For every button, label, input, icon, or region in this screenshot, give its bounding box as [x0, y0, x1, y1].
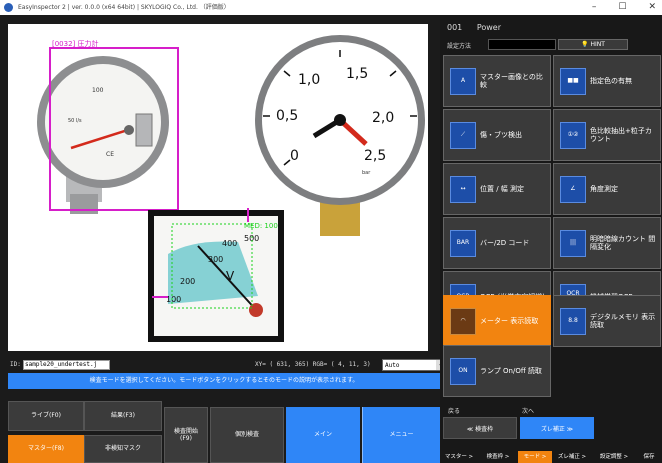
step-settings[interactable]: 設定調整 > — [592, 451, 636, 463]
meter-label: MED: 100 — [244, 222, 278, 230]
mode-select-value: Auto — [385, 362, 400, 369]
svg-text:CE: CE — [106, 151, 114, 158]
hint-button[interactable]: 💡 HINT — [558, 39, 628, 50]
minimize-button[interactable]: – — [592, 0, 597, 15]
maximize-button[interactable]: ☐ — [618, 0, 626, 15]
tile-label: バー/2D コード — [480, 238, 530, 247]
position-width-icon: ↔ — [450, 176, 476, 203]
nondetect-mask-button[interactable]: 非検知マスク — [84, 435, 162, 463]
tile-line-count[interactable]: ||| 明暗暗線カウント 間隔変化 — [553, 217, 661, 269]
info-row: ID: sample20_undertest.j XY= ( 631, 365)… — [8, 359, 446, 371]
gauge1-mark-100: 100 — [92, 87, 104, 94]
tile-master-compare[interactable]: A マスター画像との比較 — [443, 55, 551, 107]
tile-label: 色比較抽出+粒子カウント — [590, 126, 652, 143]
tile-meter-read[interactable]: ◠ メーター 表示読取 — [443, 295, 551, 347]
gauge3-number-400: 400 — [222, 239, 237, 248]
program-number: 001 — [447, 23, 463, 32]
gauge2-number-2-0: 2,0 — [372, 110, 394, 126]
program-name: Power — [476, 23, 502, 32]
gauge1-mark-50: 50 l/s — [68, 118, 82, 124]
tile-label: マスター画像との比較 — [480, 72, 543, 89]
menu-button[interactable]: メニュー — [362, 407, 440, 463]
tile-label: デジタルメモリ 表示読取 — [590, 312, 656, 329]
step-mode[interactable]: モード > — [518, 451, 552, 463]
left-pane: 100 50 l/s CE [0032] 圧力計 0 0,5 1,0 1,5 2… — [0, 15, 446, 463]
inspection-image[interactable]: 100 50 l/s CE [0032] 圧力計 0 0,5 1,0 1,5 2… — [8, 24, 428, 351]
color-presence-icon: ■■ — [560, 68, 586, 95]
coordinate-readout: XY= ( 631, 365) RGB= ( 4, 11, 3) — [255, 361, 371, 368]
method-label: 設定方法 — [447, 43, 472, 50]
gauge2-number-0-5: 0,5 — [276, 108, 298, 124]
id-label: ID: — [10, 361, 21, 368]
window-title: EasyInspector 2 | ver. 0.0.0 (x64 64bit)… — [18, 4, 230, 11]
prev-button[interactable]: ≪ 検査枠 — [443, 417, 517, 439]
pressure-gauge-large: 0 0,5 1,0 1,5 2,0 2,5 bar — [255, 35, 425, 236]
tile-angle-measure[interactable]: ∠ 角度測定 — [553, 163, 661, 215]
tile-color-particle-count[interactable]: ①② 色比較抽出+粒子カウント — [553, 109, 661, 161]
tile-label: 角度測定 — [590, 184, 618, 193]
individual-check-button[interactable]: 個別検査 — [210, 407, 284, 463]
nav-next-label: 次へ — [522, 408, 535, 415]
line-count-icon: ||| — [560, 230, 586, 257]
master-button[interactable]: マスター(F8) — [8, 435, 84, 463]
app-icon — [4, 3, 13, 12]
id-input[interactable]: sample20_undertest.j — [23, 360, 110, 370]
gauge3-number-200: 200 — [180, 277, 195, 286]
step-save[interactable]: 保存 — [636, 451, 662, 463]
barcode-icon: BAR — [450, 230, 476, 257]
step-indicator: マスター > 検査枠 > モード > ズレ補正 > 設定調整 > 保存 — [440, 451, 662, 463]
live-button[interactable]: ライブ(F0) — [8, 401, 84, 431]
close-button[interactable]: ✕ — [648, 0, 656, 15]
next-button[interactable]: ズレ補正 ≫ — [520, 417, 594, 439]
pressure-gauge-small: 100 50 l/s CE — [37, 56, 169, 214]
digital-display-icon: 8.8 — [560, 308, 586, 335]
tile-color-presence[interactable]: ■■ 指定色の有無 — [553, 55, 661, 107]
gauge2-number-0: 0 — [290, 148, 299, 164]
main-button[interactable]: メイン — [286, 407, 360, 463]
hint-button-label: HINT — [590, 41, 605, 48]
nav-labels: 戻る 次へ — [448, 406, 648, 416]
gauge2-number-2-5: 2,5 — [364, 148, 386, 164]
nav-prev-label: 戻る — [448, 408, 461, 415]
start-inspection-button[interactable]: 検査開始 (F9) — [164, 407, 208, 463]
tile-position-width[interactable]: ↔ 位置 / 幅 測定 — [443, 163, 551, 215]
tile-label: メーター 表示読取 — [480, 316, 539, 325]
lamp-icon: ON — [450, 358, 476, 385]
hint-bar: 検査モードを選択してください。モードボタンをクリックするとそのモードの説明が表示… — [8, 373, 440, 389]
tile-label: 明暗暗線カウント 間隔変化 — [590, 234, 656, 251]
tile-scratch-detect[interactable]: ⟋ 傷・ブツ検出 — [443, 109, 551, 161]
program-header: 001 Power — [447, 23, 513, 32]
result-button[interactable]: 結果(F3) — [84, 401, 162, 431]
tile-label: 位置 / 幅 測定 — [480, 184, 525, 193]
tile-digital-read[interactable]: 8.8 デジタルメモリ 表示読取 — [553, 295, 661, 347]
right-pane: 001 Power 設定方法 💡 HINT A マスター画像との比較 ■■ 指定色の… — [440, 15, 662, 463]
title-bar: EasyInspector 2 | ver. 0.0.0 (x64 64bit)… — [0, 0, 662, 15]
angle-icon: ∠ — [560, 176, 586, 203]
detection-label: [0032] 圧力計 — [52, 39, 99, 48]
tile-label: 指定色の有無 — [590, 76, 632, 85]
step-inspection-frame[interactable]: 検査枠 > — [478, 451, 518, 463]
gauge3-number-100: 100 — [166, 295, 181, 304]
mode-select[interactable]: Auto ▾ — [382, 359, 446, 371]
gauge2-number-1-5: 1,5 — [346, 66, 368, 82]
tile-label: ランプ On/Off 読取 — [480, 366, 542, 375]
step-offset-correction[interactable]: ズレ補正 > — [552, 451, 592, 463]
panel-meter: 300 400 500 200 100 V MED: 100 — [148, 208, 284, 342]
particle-count-icon: ①② — [560, 122, 586, 149]
scratch-icon: ⟋ — [450, 122, 476, 149]
gauge2-number-1-0: 1,0 — [298, 72, 320, 88]
step-master[interactable]: マスター > — [440, 451, 478, 463]
gauge2-unit: bar — [362, 170, 371, 176]
inspection-image-svg: 100 50 l/s CE [0032] 圧力計 0 0,5 1,0 1,5 2… — [37, 35, 425, 342]
bulb-icon: 💡 — [581, 41, 589, 48]
method-select[interactable] — [488, 39, 556, 50]
tile-lamp-onoff[interactable]: ON ランプ On/Off 読取 — [443, 345, 551, 397]
tile-label: 傷・ブツ検出 — [480, 130, 522, 139]
meter-icon: ◠ — [450, 308, 476, 335]
tile-barcode[interactable]: BAR バー/2D コード — [443, 217, 551, 269]
master-compare-icon: A — [450, 68, 476, 95]
